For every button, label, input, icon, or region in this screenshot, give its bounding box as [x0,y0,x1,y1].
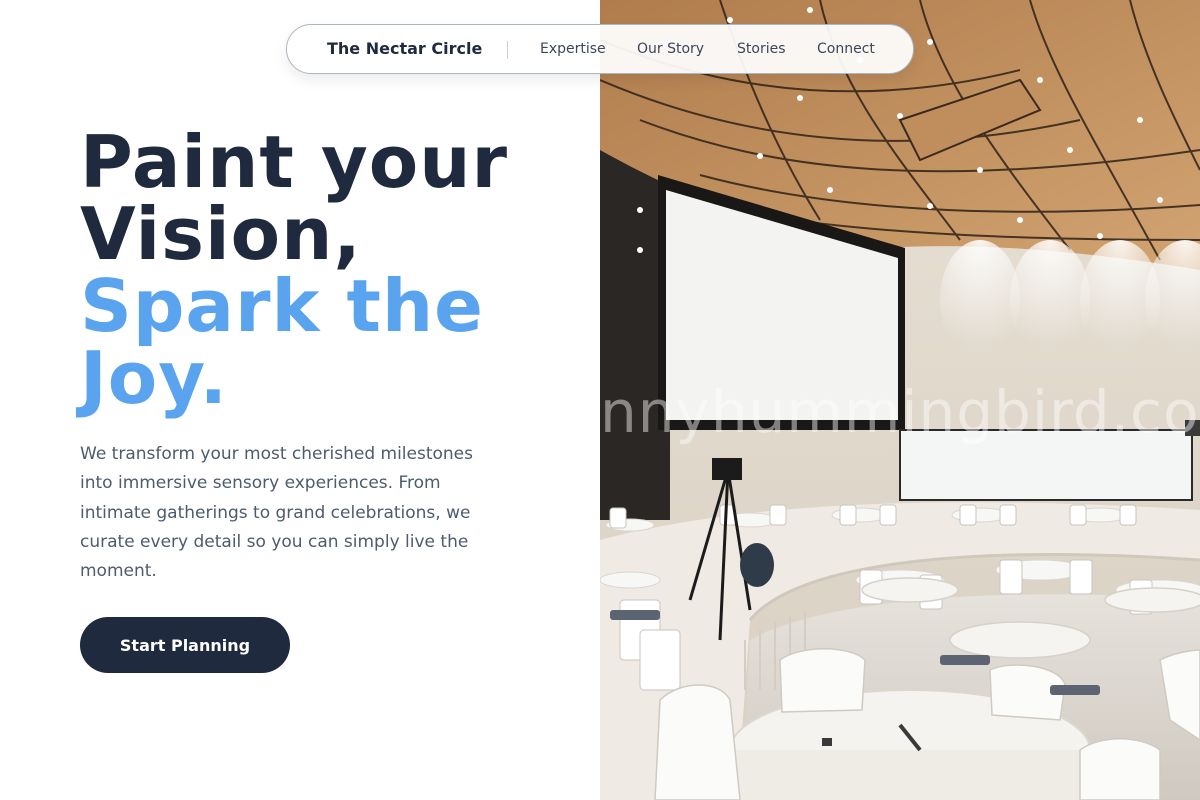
start-planning-button[interactable]: Start Planning [80,617,290,673]
headline-line-1: Paint your [80,120,509,204]
nav-divider [507,41,508,59]
nav-link-connect[interactable]: Connect [817,25,875,73]
hero-photo: nnyhummingbird.co [600,0,1200,800]
nav-link-stories[interactable]: Stories [737,25,786,73]
nav-link-expertise[interactable]: Expertise [540,25,606,73]
brand-logo-text[interactable]: The Nectar Circle [327,25,482,73]
hero-section: Paint your Vision, Spark the Joy. We tra… [0,0,600,800]
hero-subtitle: We transform your most cherished milesto… [80,444,473,582]
nav-link-our-story[interactable]: Our Story [637,25,704,73]
top-navigation: The Nectar Circle Expertise Our Story St… [286,24,914,74]
headline-accent-line-2: Joy. [80,336,228,420]
photo-watermark: nnyhummingbird.co [600,378,1200,446]
landing-page: Paint your Vision, Spark the Joy. We tra… [0,0,1200,800]
headline-line-2: Vision, [80,192,362,276]
hero-headline: Paint your Vision, Spark the Joy. [80,126,508,414]
headline-accent-line-1: Spark the [80,264,484,348]
